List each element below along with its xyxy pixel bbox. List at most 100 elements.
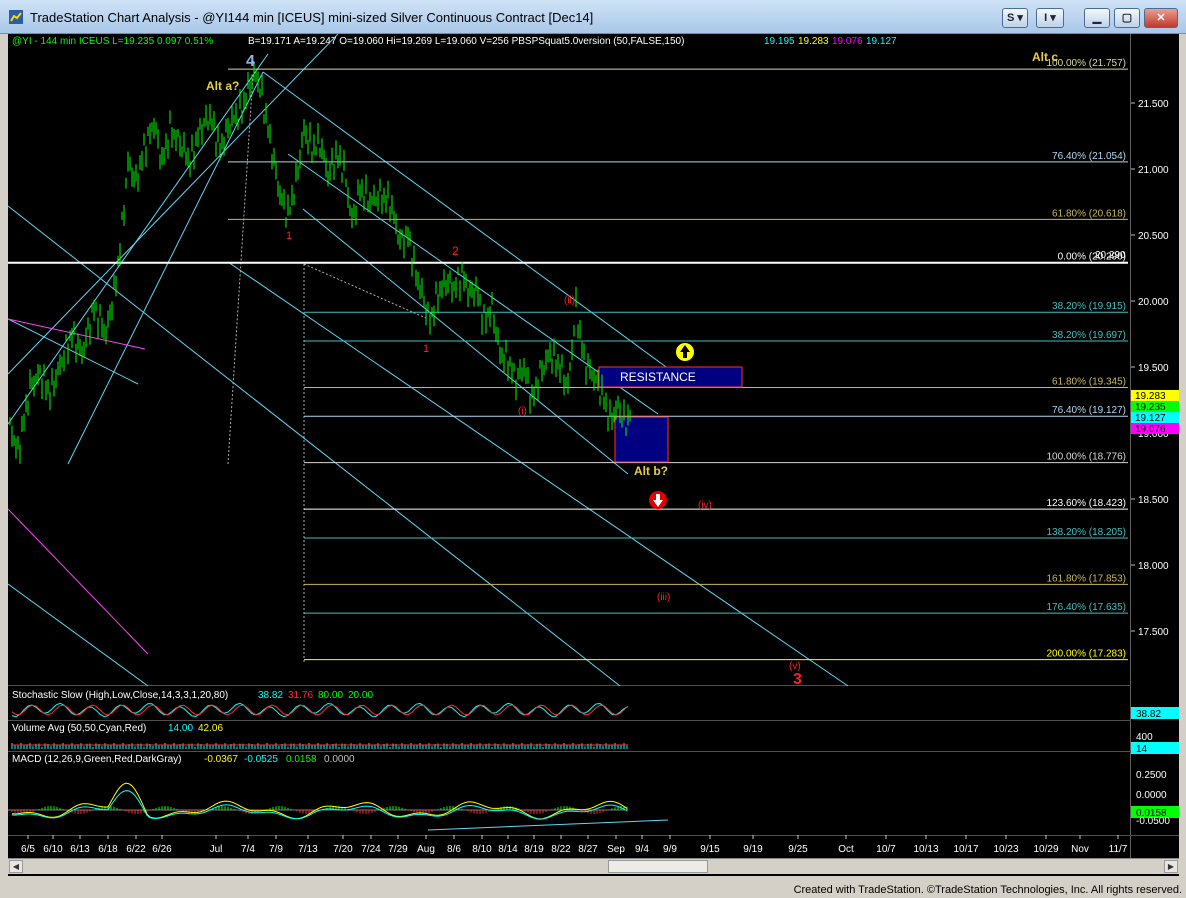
time-tick-label: 9/15 xyxy=(700,844,720,855)
dotted-connectors xyxy=(227,73,429,664)
time-tick-label: Nov xyxy=(1071,844,1089,855)
fib-level-label: 100.00% (21.757) xyxy=(1046,58,1126,69)
wave-1-label-a: 1 xyxy=(286,230,292,242)
window-titlebar: TradeStation Chart Analysis - @YI144 min… xyxy=(0,0,1186,34)
wave-iv-label: (iv) xyxy=(698,500,712,511)
fib-level-label: 200.00% (17.283) xyxy=(1046,649,1126,660)
scroll-thumb[interactable] xyxy=(608,860,708,873)
price-chart-svg[interactable]: @YI - 144 min ICEUS L=19.235 0.097 0.51%… xyxy=(7,33,1179,858)
wave-2-label: 2 xyxy=(452,244,459,258)
time-tick-label: 8/22 xyxy=(551,844,571,855)
up-arrow-icon xyxy=(676,343,694,361)
time-tick-label: 7/13 xyxy=(298,844,318,855)
time-tick-label: 6/18 xyxy=(98,844,118,855)
macd-value-4: 0.0000 xyxy=(324,754,355,765)
fib-level-label: 61.80% (19.345) xyxy=(1052,376,1126,387)
time-tick-label: 7/24 xyxy=(361,844,381,855)
wave-3-label: 3 xyxy=(793,671,802,688)
time-tick-label: 6/22 xyxy=(126,844,146,855)
symbol-menu-button[interactable]: S ▾ xyxy=(1002,8,1028,28)
time-tick-label: 6/5 xyxy=(21,844,35,855)
macd-value-3: 0.0158 xyxy=(286,754,317,765)
fib-level-label: 38.20% (19.915) xyxy=(1052,301,1126,312)
fib-level-label: 76.40% (21.054) xyxy=(1052,151,1126,162)
time-tick-label: 8/6 xyxy=(447,844,461,855)
wave-v-label: (v) xyxy=(789,661,801,672)
indicator-value-4: 19.127 xyxy=(866,36,897,47)
time-tick-label: 7/29 xyxy=(388,844,408,855)
volume-value-1: 14.00 xyxy=(168,723,193,734)
time-tick-label: 9/9 xyxy=(663,844,677,855)
window-title: TradeStation Chart Analysis - @YI144 min… xyxy=(30,10,594,25)
alt-c-label: Alt c xyxy=(1032,50,1058,64)
tradestation-app-icon xyxy=(9,10,23,24)
symbol-line: @YI - 144 min ICEUS L=19.235 0.097 0.51% xyxy=(12,36,213,47)
price-tick-label: 20.000 xyxy=(1138,297,1169,308)
footer-credit: Created with TradeStation. ©TradeStation… xyxy=(793,884,1182,896)
time-tick-label: 10/23 xyxy=(993,844,1018,855)
maximize-button[interactable]: ▢ xyxy=(1114,8,1140,28)
macd-axis-label-3: -0.0500 xyxy=(1136,816,1170,827)
macd-axis-label-1: 0.2500 xyxy=(1136,770,1167,781)
pitchfork-lines xyxy=(7,318,149,655)
stochastic-lines xyxy=(11,702,629,718)
stochastic-k-line xyxy=(11,702,629,718)
time-tick-label: 11/7 xyxy=(1109,844,1128,855)
time-tick-label: 8/10 xyxy=(472,844,492,855)
close-button[interactable]: ✕ xyxy=(1144,8,1178,28)
trend-channels xyxy=(7,33,849,687)
price-tick-label: 21.000 xyxy=(1138,165,1169,176)
axis-marker-1: 19.283 xyxy=(1135,391,1166,402)
scroll-left-arrow-icon[interactable]: ◀ xyxy=(9,860,23,873)
time-tick-label: 10/29 xyxy=(1033,844,1058,855)
ohlc-line: B=19.171 A=19.247 O=19.060 Hi=19.269 L=1… xyxy=(248,36,684,47)
time-tick-label: 8/27 xyxy=(578,844,598,855)
wave-1-label-b: 1 xyxy=(423,343,429,355)
volume-axis-label: 400 xyxy=(1136,732,1153,743)
time-axis: 6/5 6/10 6/13 6/18 6/22 6/26 Jul 7/4 7/9 7/13 7/20… xyxy=(21,835,1128,855)
volume-title: Volume Avg (50,50,Cyan,Red) xyxy=(12,723,146,734)
time-tick-label: 6/10 xyxy=(43,844,63,855)
horizontal-scrollbar[interactable]: ◀ ▶ xyxy=(8,858,1179,874)
close-icon: ✕ xyxy=(1156,12,1166,24)
resistance-label: RESISTANCE xyxy=(620,370,696,384)
target-box xyxy=(614,416,669,463)
indicator-value-3: 19.076 xyxy=(832,36,863,47)
minimize-button[interactable]: ▁ xyxy=(1084,8,1110,28)
wave-i-label: (i) xyxy=(518,406,527,417)
wave-4-label: 4 xyxy=(246,53,255,70)
macd-lines xyxy=(8,782,669,831)
level-20-290-label: 20.290 xyxy=(1095,250,1126,261)
time-tick-label: 7/4 xyxy=(241,844,255,855)
scroll-right-arrow-icon[interactable]: ▶ xyxy=(1164,860,1178,873)
time-tick-label: 8/19 xyxy=(524,844,544,855)
axis-marker-4: 19.076 xyxy=(1135,424,1166,435)
macd-line xyxy=(11,782,628,820)
stochastic-axis-marker: 38.82 xyxy=(1136,709,1161,720)
volume-bars xyxy=(11,743,628,749)
macd-value-2: -0.0525 xyxy=(244,754,278,765)
time-tick-label: Sep xyxy=(607,844,625,855)
fib-level-label: 100.00% (18.776) xyxy=(1046,452,1126,463)
indicator-menu-button[interactable]: I ▾ xyxy=(1036,8,1064,28)
price-tick-label: 20.500 xyxy=(1138,231,1169,242)
stochastic-value-2: 31.76 xyxy=(288,690,313,701)
down-arrow-icon xyxy=(649,491,667,509)
wave-iii-label: (iii) xyxy=(657,592,670,603)
time-tick-label: 8/14 xyxy=(498,844,518,855)
alt-a-label: Alt a? xyxy=(206,79,239,93)
price-tick-label: 18.500 xyxy=(1138,495,1169,506)
chart-area[interactable]: @YI - 144 min ICEUS L=19.235 0.097 0.51%… xyxy=(7,33,1179,876)
axis-marker-2: 19.235 xyxy=(1135,402,1166,413)
time-tick-label: Jul xyxy=(210,844,223,855)
fib-level-label: 76.40% (19.127) xyxy=(1052,405,1126,416)
time-tick-label: 10/13 xyxy=(913,844,938,855)
time-tick-label: 6/26 xyxy=(152,844,172,855)
time-tick-label: 10/7 xyxy=(876,844,896,855)
price-tick-label: 17.500 xyxy=(1138,627,1169,638)
time-tick-label: 10/17 xyxy=(953,844,978,855)
stochastic-value-3: 80.00 xyxy=(318,690,343,701)
stochastic-value-4: 20.00 xyxy=(348,690,373,701)
maximize-icon: ▢ xyxy=(1121,12,1133,24)
indicator-value-1: 19.195 xyxy=(764,36,795,47)
